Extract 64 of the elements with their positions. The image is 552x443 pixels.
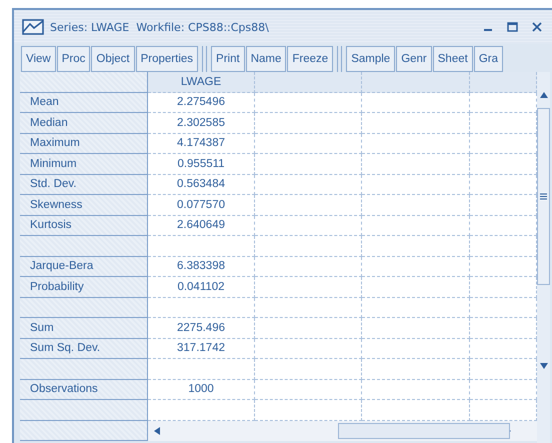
- table-cell: [470, 298, 537, 318]
- maximize-icon[interactable]: [507, 22, 518, 32]
- table-cell: [470, 256, 537, 277]
- envelope-icon: [22, 19, 44, 35]
- toolbar-button[interactable]: Sample: [346, 46, 396, 72]
- table-cell: [470, 195, 537, 216]
- row-label: Median: [20, 113, 148, 134]
- horizontal-scrollbar[interactable]: [148, 420, 537, 440]
- toolbar-button[interactable]: Name: [246, 46, 286, 72]
- table-cell: 2.302585: [148, 113, 255, 134]
- window-title: Series: LWAGE Workfile: CPS88::Cps88\: [50, 20, 270, 34]
- row-label: Observations: [20, 380, 148, 400]
- table-cell: [470, 113, 537, 134]
- toolbar-button[interactable]: View: [21, 46, 56, 72]
- table-cell: [470, 174, 537, 195]
- left-arrow-icon[interactable]: [154, 426, 160, 434]
- scrollbar-thumb[interactable]: [537, 108, 550, 285]
- row-label: Jarque-Bera: [20, 256, 148, 277]
- row-label: Kurtosis: [20, 216, 148, 236]
- table-cell: [470, 359, 537, 380]
- table-cell: 0.077570: [148, 195, 255, 216]
- close-icon[interactable]: [532, 22, 542, 32]
- toolbar-button[interactable]: Genr: [396, 46, 432, 72]
- table-cell: [470, 216, 537, 236]
- table-cell: [470, 277, 537, 298]
- grip-icon: [540, 193, 547, 200]
- table-cell: 0.955511: [148, 154, 255, 174]
- table-cell: [470, 236, 537, 256]
- scrollbar-thumb[interactable]: [338, 422, 510, 438]
- toolbar-button[interactable]: Object: [91, 46, 135, 72]
- table-cell: [470, 400, 537, 420]
- table-cell: [470, 318, 537, 338]
- table-cell: 6.383398: [148, 256, 255, 277]
- toolbar-button[interactable]: Proc: [56, 46, 90, 72]
- table-cell: 317.1742: [148, 338, 255, 359]
- table-cell: 2.275496: [148, 92, 255, 113]
- toolbar-button[interactable]: Print: [211, 46, 245, 72]
- toolbar-button[interactable]: Gra: [474, 46, 503, 72]
- row-label: Probability: [20, 277, 148, 298]
- table-cell: [470, 92, 537, 113]
- toolbar-button[interactable]: Properties: [136, 46, 198, 72]
- table-cell: 2.640649: [148, 216, 255, 236]
- table-cell: 4.174387: [148, 134, 255, 154]
- row-label: Skewness: [20, 195, 148, 216]
- table-cell: 0.041102: [148, 277, 255, 298]
- table-cell: 2275.496: [148, 318, 255, 338]
- row-label: Maximum: [20, 134, 148, 154]
- table-cell: [470, 338, 537, 359]
- row-label: Mean: [20, 92, 148, 113]
- table-cell: [470, 154, 537, 174]
- row-label: Sum Sq. Dev.: [20, 338, 148, 359]
- row-label: Sum: [20, 318, 148, 338]
- up-arrow-icon[interactable]: [540, 92, 548, 98]
- table-cell: [470, 134, 537, 154]
- vertical-scrollbar[interactable]: [537, 72, 550, 443]
- table-cell: [470, 380, 537, 400]
- row-label: Std. Dev.: [20, 174, 148, 195]
- table-cell: 0.563484: [148, 174, 255, 195]
- down-arrow-icon[interactable]: [540, 363, 548, 369]
- toolbar-button[interactable]: Freeze: [287, 46, 334, 72]
- table-cell: 1000: [148, 380, 255, 400]
- row-label: Minimum: [20, 154, 148, 174]
- column-header[interactable]: LWAGE: [148, 72, 255, 92]
- toolbar-button[interactable]: Sheet: [432, 46, 473, 72]
